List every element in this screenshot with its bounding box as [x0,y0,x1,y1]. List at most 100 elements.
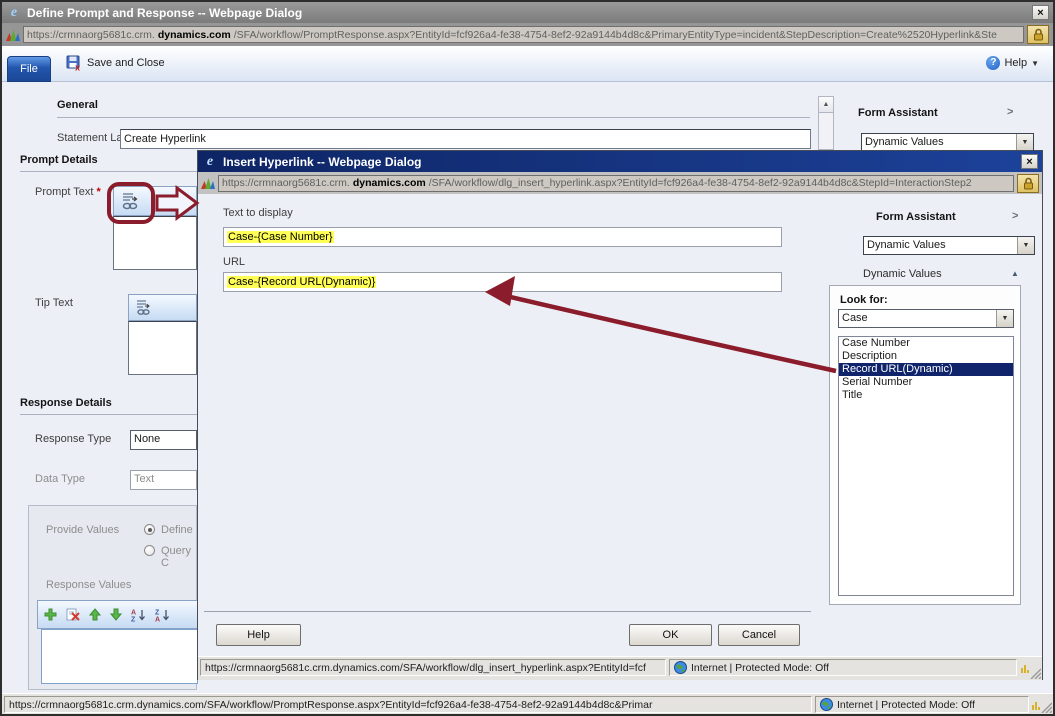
define-values-radio[interactable] [144,524,155,535]
save-and-close-label: Save and Close [87,57,165,69]
outer-titlebar: e Define Prompt and Response -- Webpage … [2,2,1053,23]
move-down-icon[interactable] [110,608,122,621]
save-and-close-icon: x [66,55,82,71]
outer-zone-text: Internet | Protected Mode: Off [837,699,975,711]
inner-zone-text: Internet | Protected Mode: Off [691,662,829,674]
svg-text:A: A [131,609,136,616]
help-label: Help [1004,57,1027,69]
dynamics-logo-icon [6,28,20,42]
svg-text:x: x [75,63,80,72]
inner-form-assistant-title: Form Assistant [876,211,956,223]
outer-dynamic-values-value: Dynamic Values [862,134,1016,151]
resize-grip[interactable] [1028,666,1041,679]
inner-close-button[interactable]: × [1021,154,1038,169]
response-type-select[interactable]: None [130,430,197,450]
data-type-select[interactable]: Text [130,470,197,490]
text-to-display-input[interactable]: Case-{Case Number} [223,227,782,247]
inner-url-path: /SFA/workflow/dlg_insert_hyperlink.aspx?… [429,177,972,189]
cancel-button[interactable]: Cancel [718,624,800,646]
section-prompt-details: Prompt Details [20,154,98,166]
list-item-case-number[interactable]: Case Number [839,337,1013,350]
outer-url-domain: dynamics.com [158,29,231,41]
list-item-serial-number[interactable]: Serial Number [839,376,1013,389]
list-item-title[interactable]: Title [839,389,1013,402]
provide-values-groupbox: Provide Values Define Query C Response V… [28,505,197,690]
outer-scrollbar[interactable]: ▲ [818,96,834,150]
prompt-text-toolbar [113,186,197,216]
button-separator [204,611,811,612]
inner-status-url: https://crmnaorg5681c.crm.dynamics.com/S… [200,659,666,676]
sort-ascending-icon[interactable]: AZ [131,608,146,622]
define-values-radio-label: Define [161,524,193,536]
dynamic-values-section-label: Dynamic Values [863,268,942,280]
sort-descending-icon[interactable]: ZA [155,608,170,622]
inner-form-assistant-chevron-icon[interactable]: > [1012,210,1018,222]
tip-text-area[interactable] [128,321,197,375]
dropdown-arrow-icon[interactable]: ▼ [1016,134,1033,151]
inner-security-lock-button[interactable] [1017,174,1039,193]
define-prompt-response-dialog: e Define Prompt and Response -- Webpage … [0,0,1055,716]
section-general: General [57,99,98,111]
outer-statusbar: https://crmnaorg5681c.crm.dynamics.com/S… [2,693,1053,714]
outer-url-bar: https://crmnaorg5681c.crm.dynamics.com/S… [2,23,1053,46]
section-response-details: Response Details [20,397,112,409]
internet-globe-icon [820,698,833,711]
text-to-display-label: Text to display [223,207,293,219]
inner-url-prefix: https://crmnaorg5681c.crm. [222,177,350,189]
response-values-list[interactable] [41,629,198,684]
outer-dialog-title: Define Prompt and Response -- Webpage Di… [27,6,1027,20]
look-for-select[interactable]: Case ▼ [838,309,1014,328]
url-input[interactable]: Case-{Record URL(Dynamic)} [223,272,782,292]
outer-url-path: /SFA/workflow/PromptResponse.aspx?Entity… [234,29,997,41]
ie-logo-icon: e [6,5,22,21]
insert-hyperlink-icon[interactable] [120,190,142,212]
inner-dialog-title: Insert Hyperlink -- Webpage Dialog [223,155,1016,169]
ie-logo-icon: e [202,154,218,170]
prompt-text-area[interactable] [113,216,197,270]
help-menu[interactable]: ? Help ▼ [986,56,1039,70]
response-type-value: None [131,431,196,449]
response-values-label: Response Values [46,579,131,591]
prompt-details-divider [20,171,197,172]
statement-label-input[interactable]: Create Hyperlink [120,129,811,149]
text-to-display-value: Case-{Case Number} [227,231,334,243]
general-divider [57,117,810,118]
dynamic-values-panel: Look for: Case ▼ Case Number Description… [829,285,1021,605]
scroll-up-icon[interactable]: ▲ [819,97,833,113]
list-item-description[interactable]: Description [839,350,1013,363]
save-and-close-button[interactable]: x Save and Close [66,55,165,71]
add-value-icon[interactable] [44,608,57,621]
svg-text:A: A [155,616,160,622]
help-button[interactable]: Help [216,624,301,646]
outer-form-assistant-chevron-icon[interactable]: > [1007,106,1013,118]
outer-form-assistant-title: Form Assistant [858,107,938,119]
outer-status-zone: Internet | Protected Mode: Off [815,696,1029,713]
move-up-icon[interactable] [89,608,101,621]
ok-button[interactable]: OK [629,624,712,646]
response-values-toolbar: AZ ZA [37,600,198,629]
list-item-record-url-dynamic[interactable]: Record URL(Dynamic) [839,363,1013,376]
tip-text-toolbar [128,294,197,321]
collapse-section-icon[interactable]: ▲ [1011,269,1019,278]
delete-value-icon[interactable] [66,608,80,621]
help-icon: ? [986,56,1000,70]
svg-text:Z: Z [155,609,160,616]
dropdown-arrow-icon[interactable]: ▼ [1017,237,1034,254]
file-menu-button[interactable]: File [7,56,51,82]
outer-url-prefix: https://crmnaorg5681c.crm. [27,29,155,41]
insert-hyperlink-icon[interactable] [135,298,154,317]
query-data-radio-label: Query C [161,545,196,569]
inner-url-field[interactable]: https://crmnaorg5681c.crm.dynamics.com/S… [218,175,1014,192]
tip-text-label: Tip Text [35,297,73,309]
insert-hyperlink-dialog: e Insert Hyperlink -- Webpage Dialog × h… [197,150,1043,680]
inner-dynamic-values-value: Dynamic Values [864,237,1017,254]
outer-url-field[interactable]: https://crmnaorg5681c.crm.dynamics.com/S… [23,26,1024,43]
resize-grip[interactable] [1039,700,1052,713]
inner-dynamic-values-select[interactable]: Dynamic Values ▼ [863,236,1035,255]
provide-values-label: Provide Values [46,524,119,536]
dropdown-arrow-icon[interactable]: ▼ [996,310,1013,327]
outer-close-button[interactable]: × [1032,5,1049,20]
query-data-radio[interactable] [144,545,155,556]
attribute-listbox[interactable]: Case Number Description Record URL(Dynam… [838,336,1014,596]
outer-security-lock-button[interactable] [1027,25,1049,44]
